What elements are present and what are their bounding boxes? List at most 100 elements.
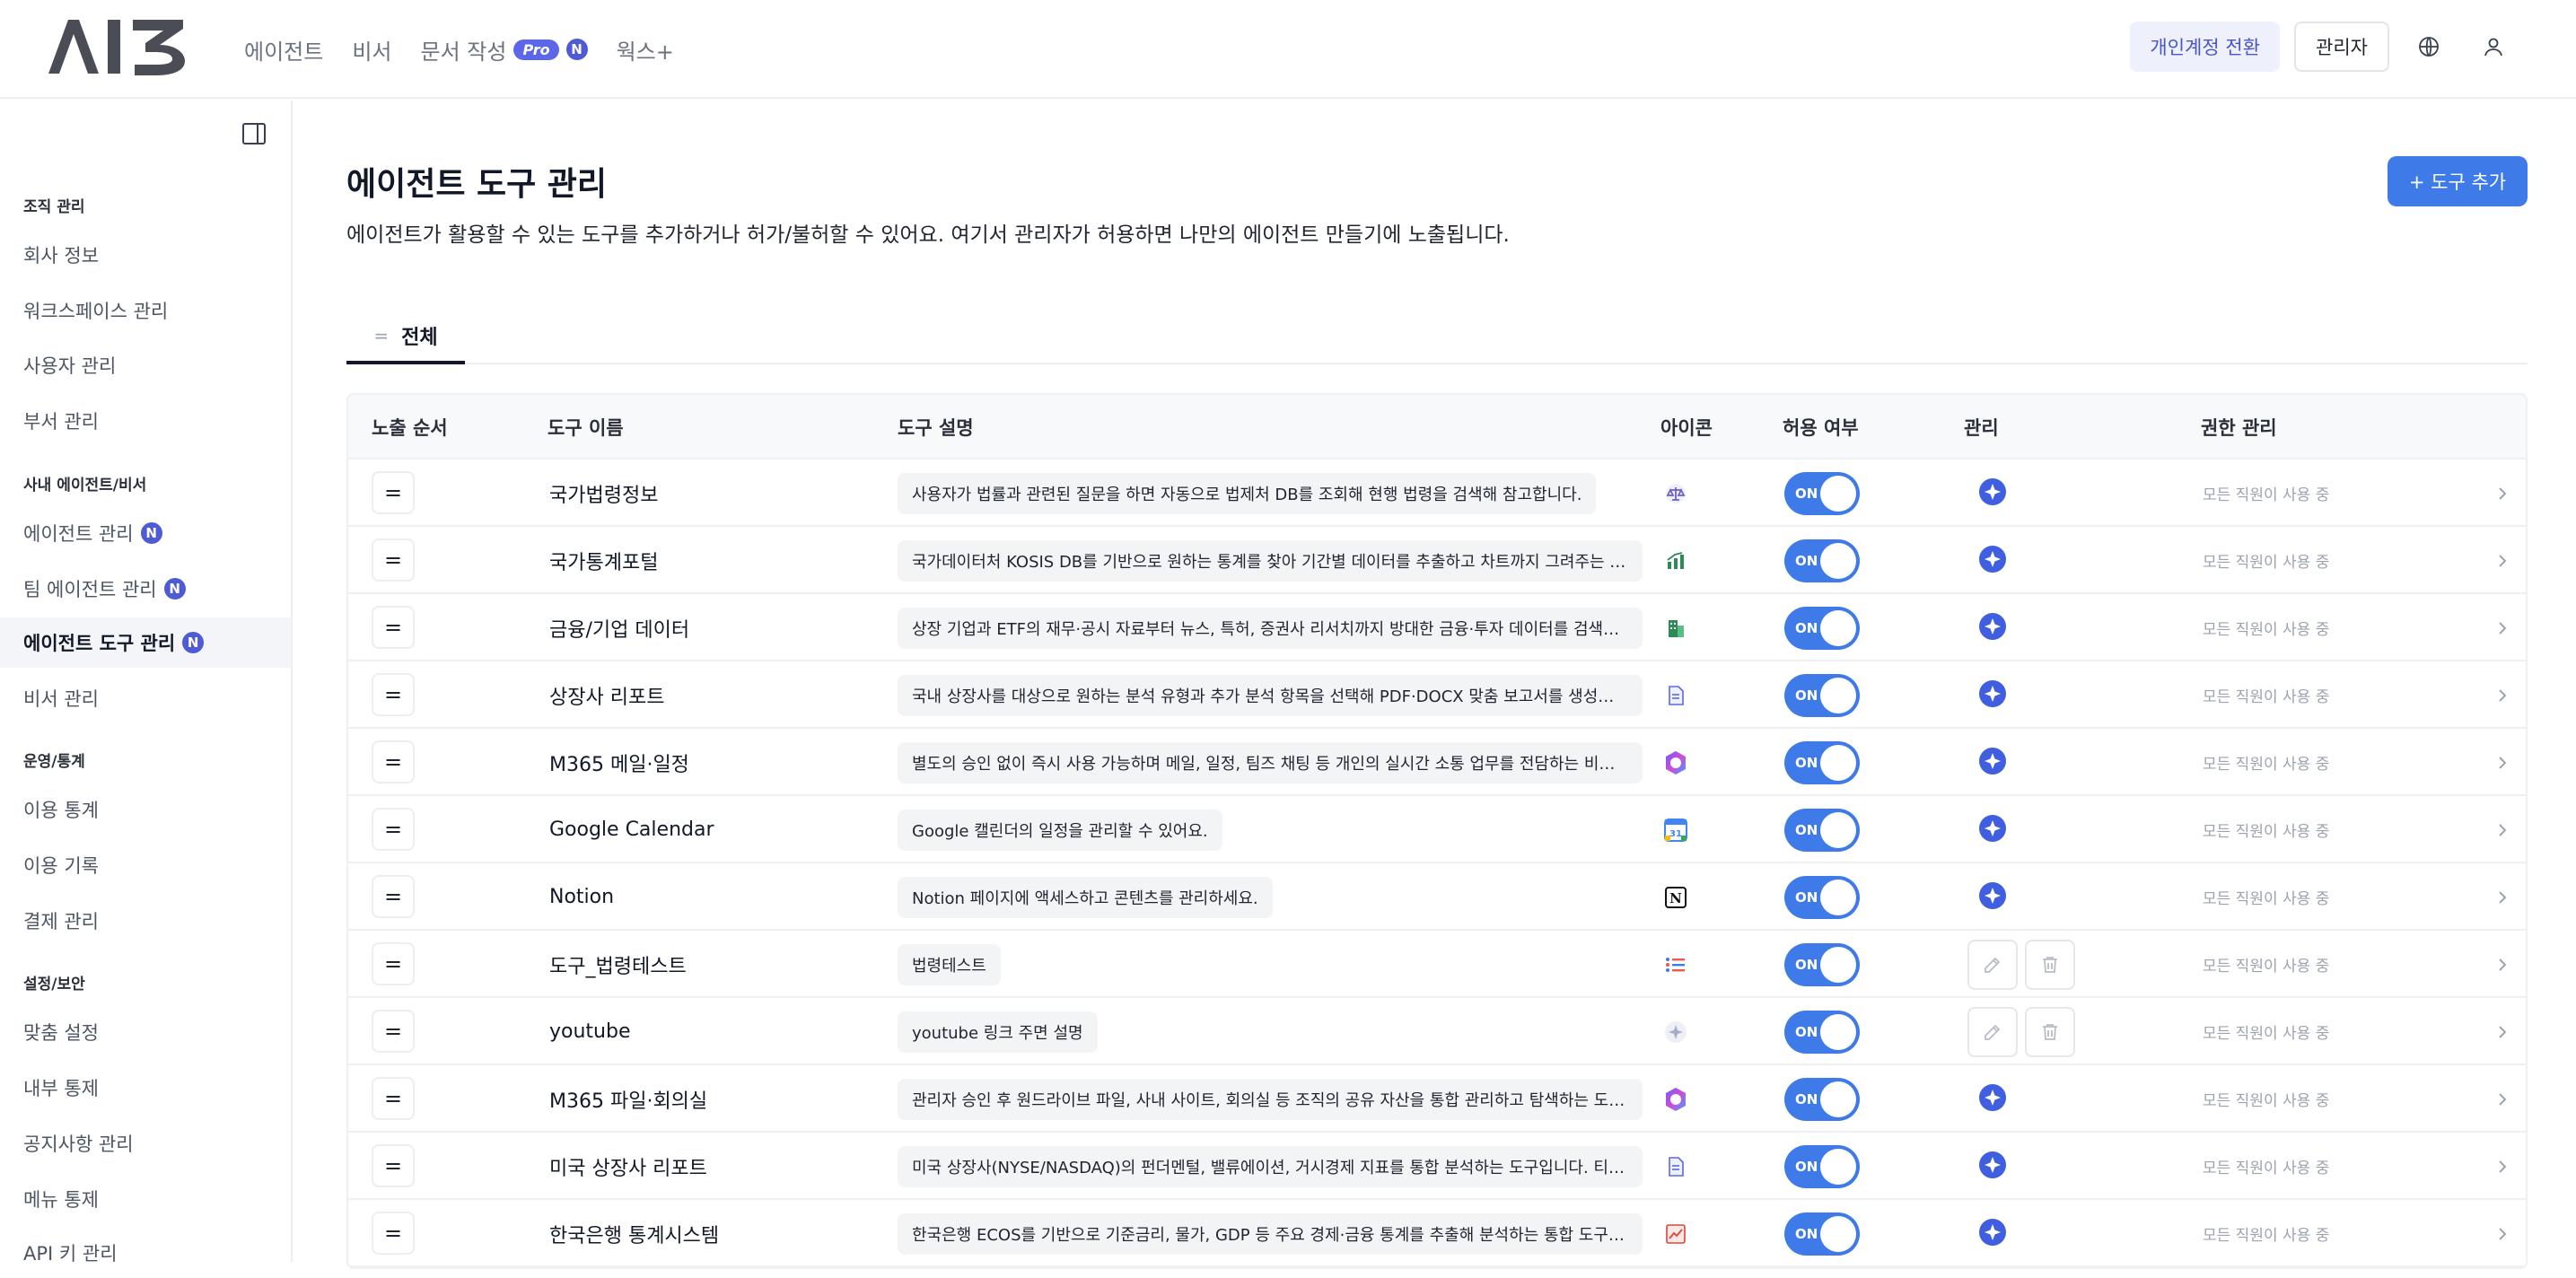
admin-button[interactable]: 관리자: [2294, 22, 2389, 72]
chevron-right-icon[interactable]: [2493, 1200, 2511, 1267]
ai-manage-icon[interactable]: [1978, 747, 2007, 779]
chevron-right-icon[interactable]: [2493, 1133, 2511, 1200]
sidebar-item-usage-stats[interactable]: 이용 통계: [0, 784, 291, 835]
permission-status[interactable]: 모든 직원이 사용 중: [2203, 527, 2329, 594]
tab-all[interactable]: = 전체: [346, 311, 465, 364]
table-row[interactable]: = M365 메일·일정 별도의 승인 없이 즉시 사용 가능하며 메일, 일정…: [348, 729, 2526, 796]
sidebar-item-internal-control[interactable]: 내부 통제: [0, 1063, 291, 1113]
permission-status[interactable]: 모든 직원이 사용 중: [2203, 1065, 2329, 1133]
sidebar-item-team-agent[interactable]: 팀 에이전트 관리 N: [0, 564, 291, 614]
permission-status[interactable]: 모든 직원이 사용 중: [2203, 796, 2329, 863]
permission-status[interactable]: 모든 직원이 사용 중: [2203, 594, 2329, 661]
permission-status[interactable]: 모든 직원이 사용 중: [2203, 998, 2329, 1065]
sidebar-item-departments[interactable]: 부서 관리: [0, 396, 291, 446]
chevron-right-icon[interactable]: [2493, 460, 2511, 527]
ai-manage-icon[interactable]: [1978, 545, 2007, 577]
sidebar-item-agent-tools[interactable]: 에이전트 도구 관리 N: [0, 617, 291, 668]
sidebar-item-notices[interactable]: 공지사항 관리: [0, 1118, 291, 1169]
allow-toggle[interactable]: ON: [1784, 471, 1860, 515]
chevron-right-icon[interactable]: [2493, 729, 2511, 796]
table-row[interactable]: = 국가법령정보 사용자가 법률과 관련된 질문을 하면 자동으로 법제처 DB…: [348, 460, 2526, 527]
permission-status[interactable]: 모든 직원이 사용 중: [2203, 863, 2329, 931]
ai-manage-icon[interactable]: [1978, 612, 2007, 644]
ai-manage-icon[interactable]: [1978, 881, 2007, 914]
logo[interactable]: [48, 18, 201, 75]
chevron-right-icon[interactable]: [2493, 998, 2511, 1065]
nav-agent[interactable]: 에이전트: [244, 34, 323, 66]
sidebar-item-company-info[interactable]: 회사 정보: [0, 230, 291, 280]
table-row[interactable]: = Google Calendar Google 캘린더의 일정을 관리할 수 …: [348, 796, 2526, 863]
drag-handle[interactable]: =: [372, 471, 415, 514]
allow-toggle[interactable]: ON: [1784, 538, 1860, 582]
switch-personal-button[interactable]: 개인계정 전환: [2130, 22, 2281, 72]
nav-works-plus[interactable]: 웍스+: [617, 34, 674, 66]
drag-handle[interactable]: =: [372, 808, 415, 851]
ai-manage-icon[interactable]: [1978, 814, 2007, 846]
permission-status[interactable]: 모든 직원이 사용 중: [2203, 661, 2329, 729]
chevron-right-icon[interactable]: [2493, 796, 2511, 863]
ai-manage-icon[interactable]: [1978, 477, 2007, 510]
sidebar-item-billing[interactable]: 결제 관리: [0, 896, 291, 946]
drag-handle[interactable]: =: [372, 1010, 415, 1053]
allow-toggle[interactable]: ON: [1784, 1010, 1860, 1054]
sidebar-item-users[interactable]: 사용자 관리: [0, 340, 291, 390]
chevron-right-icon[interactable]: [2493, 1065, 2511, 1133]
user-icon[interactable]: [2468, 22, 2519, 72]
table-row[interactable]: = 도구_법령테스트 법령테스트 ON 모든 직원이 사용 중: [348, 931, 2526, 998]
sidebar-item-workspace[interactable]: 워크스페이스 관리: [0, 285, 291, 336]
sidebar-item-usage-log[interactable]: 이용 기록: [0, 840, 291, 890]
sidebar-item-assistant-management[interactable]: 비서 관리: [0, 673, 291, 723]
allow-toggle[interactable]: ON: [1784, 740, 1860, 784]
sidebar-item-agent-management[interactable]: 에이전트 관리 N: [0, 508, 291, 558]
permission-status[interactable]: 모든 직원이 사용 중: [2203, 931, 2329, 998]
nav-assistant[interactable]: 비서: [352, 34, 391, 66]
ai-manage-icon[interactable]: [1978, 1218, 2007, 1250]
allow-toggle[interactable]: ON: [1784, 1144, 1860, 1188]
nav-document[interactable]: 문서 작성 Pro N: [421, 34, 588, 66]
drag-handle[interactable]: =: [372, 942, 415, 985]
drag-handle[interactable]: =: [372, 1212, 415, 1255]
drag-handle[interactable]: =: [372, 740, 415, 783]
table-row[interactable]: = youtube youtube 링크 주면 설명 ON 모든 직원이 사용 …: [348, 998, 2526, 1065]
table-row[interactable]: = 상장사 리포트 국내 상장사를 대상으로 원하는 분석 유형과 추가 분석 …: [348, 661, 2526, 729]
ai-manage-icon[interactable]: [1978, 1151, 2007, 1183]
permission-status[interactable]: 모든 직원이 사용 중: [2203, 1133, 2329, 1200]
allow-toggle[interactable]: ON: [1784, 1077, 1860, 1121]
table-row[interactable]: = 국가통계포털 국가데이터처 KOSIS DB를 기반으로 원하는 통계를 찾…: [348, 527, 2526, 594]
chevron-right-icon[interactable]: [2493, 863, 2511, 931]
chevron-right-icon[interactable]: [2493, 931, 2511, 998]
table-row[interactable]: = Notion Notion 페이지에 액세스하고 콘텐츠를 관리하세요. N…: [348, 863, 2526, 931]
permission-status[interactable]: 모든 직원이 사용 중: [2203, 1200, 2329, 1267]
sidebar-item-api-keys[interactable]: API 키 관리: [0, 1228, 291, 1278]
drag-handle[interactable]: =: [372, 1077, 415, 1120]
drag-handle[interactable]: =: [372, 606, 415, 649]
drag-handle[interactable]: =: [372, 673, 415, 716]
ai-manage-icon[interactable]: [1978, 1083, 2007, 1116]
edit-icon[interactable]: [1967, 1006, 2018, 1057]
permission-status[interactable]: 모든 직원이 사용 중: [2203, 729, 2329, 796]
delete-icon[interactable]: [2025, 1006, 2075, 1057]
table-row[interactable]: = 미국 상장사 리포트 미국 상장사(NYSE/NASDAQ)의 펀더멘털, …: [348, 1133, 2526, 1200]
edit-icon[interactable]: [1967, 939, 2018, 990]
globe-icon[interactable]: [2404, 22, 2454, 72]
drag-handle[interactable]: =: [372, 538, 415, 582]
allow-toggle[interactable]: ON: [1784, 875, 1860, 919]
ai-manage-icon[interactable]: [1978, 679, 2007, 712]
allow-toggle[interactable]: ON: [1784, 808, 1860, 852]
table-row[interactable]: = M365 파일·회의실 관리자 승인 후 원드라이브 파일, 사내 사이트,…: [348, 1065, 2526, 1133]
add-tool-button[interactable]: + 도구 추가: [2388, 156, 2528, 206]
allow-toggle[interactable]: ON: [1784, 606, 1860, 650]
allow-toggle[interactable]: ON: [1784, 673, 1860, 717]
sidebar-toggle-icon[interactable]: [241, 120, 271, 151]
allow-toggle[interactable]: ON: [1784, 1212, 1860, 1256]
chevron-right-icon[interactable]: [2493, 661, 2511, 729]
sidebar-item-custom-settings[interactable]: 맞춤 설정: [0, 1007, 291, 1057]
delete-icon[interactable]: [2025, 939, 2075, 990]
drag-handle[interactable]: =: [372, 1144, 415, 1187]
table-row[interactable]: = 금융/기업 데이터 상장 기업과 ETF의 재무·공시 자료부터 뉴스, 특…: [348, 594, 2526, 661]
permission-status[interactable]: 모든 직원이 사용 중: [2203, 460, 2329, 527]
chevron-right-icon[interactable]: [2493, 527, 2511, 594]
table-row[interactable]: = 한국은행 통계시스템 한국은행 ECOS를 기반으로 기준금리, 물가, G…: [348, 1200, 2526, 1267]
chevron-right-icon[interactable]: [2493, 594, 2511, 661]
drag-handle[interactable]: =: [372, 875, 415, 918]
